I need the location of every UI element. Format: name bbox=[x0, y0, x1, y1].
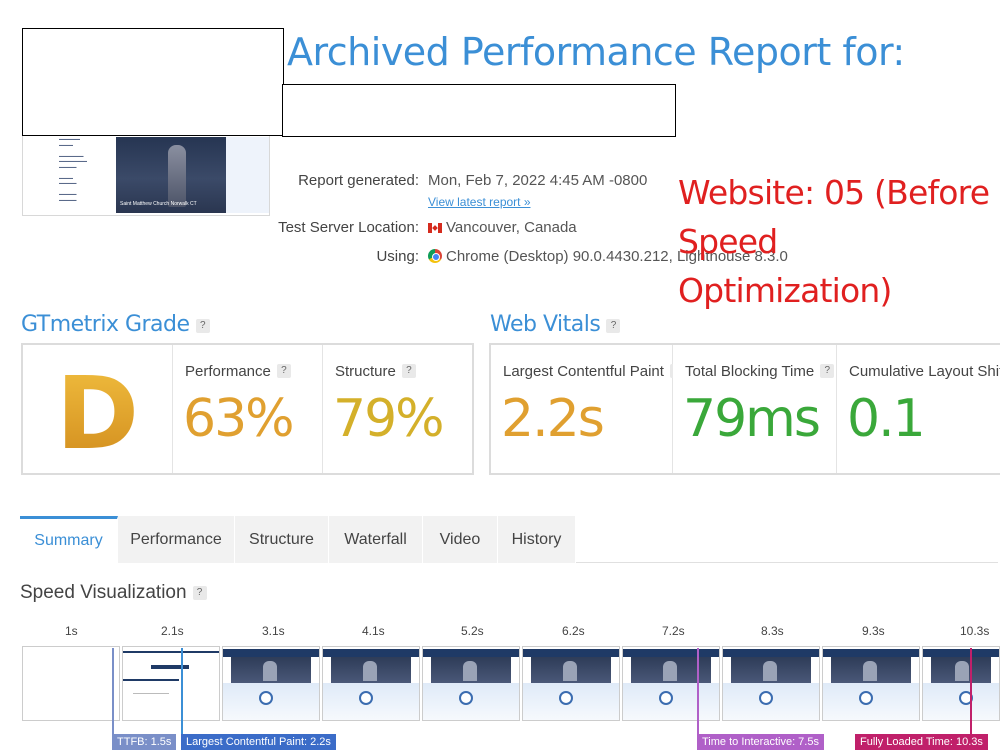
filmstrip-frame[interactable] bbox=[322, 646, 420, 721]
timeline-tick: 9.3s bbox=[862, 624, 885, 638]
tbt-cell: Total Blocking Time? 79ms bbox=[673, 345, 837, 473]
timeline-tick: 5.2s bbox=[461, 624, 484, 638]
filmstrip bbox=[22, 646, 1000, 721]
cls-label-wrap: Cumulative Layout Shift? bbox=[849, 363, 1000, 380]
timeline-tick: 2.1s bbox=[161, 624, 184, 638]
structure-label-wrap: Structure? bbox=[335, 363, 416, 380]
tbt-label-wrap: Total Blocking Time? bbox=[685, 363, 835, 380]
web-vitals-heading: Web Vitals? bbox=[490, 312, 621, 337]
page-title: Archived Performance Report for: bbox=[287, 30, 905, 74]
ttfb-marker-line bbox=[112, 648, 114, 734]
tab-waterfall[interactable]: Waterfall bbox=[329, 516, 423, 563]
filmstrip-frame[interactable] bbox=[222, 646, 320, 721]
tti-marker-line bbox=[697, 648, 699, 734]
help-icon[interactable]: ? bbox=[820, 364, 835, 378]
tbt-value: 79ms bbox=[683, 389, 821, 449]
view-latest-report-link[interactable]: View latest report » bbox=[428, 195, 531, 209]
tab-summary[interactable]: Summary bbox=[20, 516, 118, 563]
server-location-value-wrap: Vancouver, Canada bbox=[428, 219, 577, 236]
grade-cell: D bbox=[23, 345, 173, 473]
timeline-tick: 8.3s bbox=[761, 624, 784, 638]
lcp-value: 2.2s bbox=[501, 389, 605, 449]
structure-label: Structure bbox=[335, 363, 396, 380]
help-icon[interactable]: ? bbox=[606, 319, 621, 333]
filmstrip-frame[interactable] bbox=[922, 646, 1000, 721]
timeline-tick: 4.1s bbox=[362, 624, 385, 638]
cls-label: Cumulative Layout Shift bbox=[849, 363, 1000, 380]
speed-visualization-title: Speed Visualization bbox=[20, 582, 187, 603]
tbt-label: Total Blocking Time bbox=[685, 363, 815, 380]
gtmetrix-grade-card: D Performance? 63% Structure? 79% bbox=[21, 343, 474, 475]
timeline-tick: 7.2s bbox=[662, 624, 685, 638]
structure-value: 79% bbox=[333, 389, 445, 449]
report-generated-value: Mon, Feb 7, 2022 4:45 AM -0800 bbox=[428, 172, 648, 189]
timeline-tick: 10.3s bbox=[960, 624, 990, 638]
annotation-line-1: Website: 05 (Before bbox=[678, 173, 990, 212]
timeline-tick: 6.2s bbox=[562, 624, 585, 638]
canada-flag-icon bbox=[428, 223, 442, 233]
performance-label-wrap: Performance? bbox=[185, 363, 291, 380]
redaction-box bbox=[22, 28, 284, 136]
timeline-tick: 1s bbox=[65, 624, 78, 638]
chrome-icon bbox=[428, 249, 442, 263]
server-location-label: Test Server Location: bbox=[278, 219, 419, 236]
tab-video[interactable]: Video bbox=[423, 516, 498, 563]
tab-structure[interactable]: Structure bbox=[235, 516, 329, 563]
server-location-value: Vancouver, Canada bbox=[446, 219, 577, 236]
help-icon[interactable]: ? bbox=[195, 319, 210, 333]
timeline-tick: 3.1s bbox=[262, 624, 285, 638]
web-vitals-title: Web Vitals bbox=[490, 312, 601, 337]
filmstrip-frame[interactable] bbox=[722, 646, 820, 721]
lcp-label-wrap: Largest Contentful Paint? bbox=[503, 363, 684, 380]
speed-visualization-heading: Speed Visualization? bbox=[20, 582, 207, 604]
help-icon[interactable]: ? bbox=[192, 586, 207, 600]
filmstrip-frame[interactable] bbox=[822, 646, 920, 721]
ttfb-marker-label: TTFB: 1.5s bbox=[112, 734, 177, 750]
help-icon[interactable]: ? bbox=[401, 364, 416, 378]
help-icon[interactable]: ? bbox=[276, 364, 291, 378]
filmstrip-frame[interactable] bbox=[522, 646, 620, 721]
redaction-box bbox=[282, 84, 676, 137]
annotation-overlay: Website: 05 (Before Speed Optimization) bbox=[678, 168, 998, 315]
performance-cell: Performance? 63% bbox=[173, 345, 323, 473]
cls-value: 0.1 bbox=[847, 389, 926, 449]
lcp-label: Largest Contentful Paint bbox=[503, 363, 664, 380]
tab-performance[interactable]: Performance bbox=[118, 516, 235, 563]
fully-loaded-marker-line bbox=[970, 648, 972, 734]
tab-history[interactable]: History bbox=[498, 516, 576, 563]
tti-marker-label: Time to Interactive: 7.5s bbox=[697, 734, 824, 750]
lcp-marker-label: Largest Contentful Paint: 2.2s bbox=[181, 734, 336, 750]
grade-letter: D bbox=[23, 355, 172, 472]
structure-cell: Structure? 79% bbox=[323, 345, 472, 473]
filmstrip-frame-blank[interactable] bbox=[22, 646, 120, 721]
thumbnail-text-column: ▬▬▬▬▬▬ ▬▬▬▬ ▬▬▬▬▬▬▬ ▬▬▬▬▬▬▬▬ ▬▬▬▬▬ ▬▬▬▬ ▬▬▬▬… bbox=[59, 137, 87, 202]
cls-cell: Cumulative Layout Shift? 0.1 bbox=[837, 345, 1000, 473]
performance-label: Performance bbox=[185, 363, 271, 380]
filmstrip-frame[interactable] bbox=[422, 646, 520, 721]
annotation-line-2: Speed Optimization) bbox=[678, 222, 892, 310]
lcp-marker-line bbox=[181, 648, 183, 734]
report-tabs: Summary Performance Structure Waterfall … bbox=[20, 516, 998, 563]
performance-value: 63% bbox=[183, 389, 295, 449]
web-vitals-card: Largest Contentful Paint? 2.2s Total Blo… bbox=[489, 343, 1000, 475]
report-generated-label: Report generated: bbox=[298, 172, 419, 189]
using-label: Using: bbox=[376, 248, 419, 265]
gtmetrix-grade-heading: GTmetrix Grade? bbox=[21, 312, 210, 337]
lcp-cell: Largest Contentful Paint? 2.2s bbox=[491, 345, 684, 473]
thumbnail-caption: Saint Matthew Church Norwalk CT bbox=[120, 201, 197, 207]
gtmetrix-grade-title: GTmetrix Grade bbox=[21, 312, 190, 337]
filmstrip-frame[interactable] bbox=[622, 646, 720, 721]
fully-loaded-marker-label: Fully Loaded Time: 10.3s bbox=[855, 734, 988, 750]
filmstrip-frame-partial[interactable] bbox=[122, 646, 220, 721]
